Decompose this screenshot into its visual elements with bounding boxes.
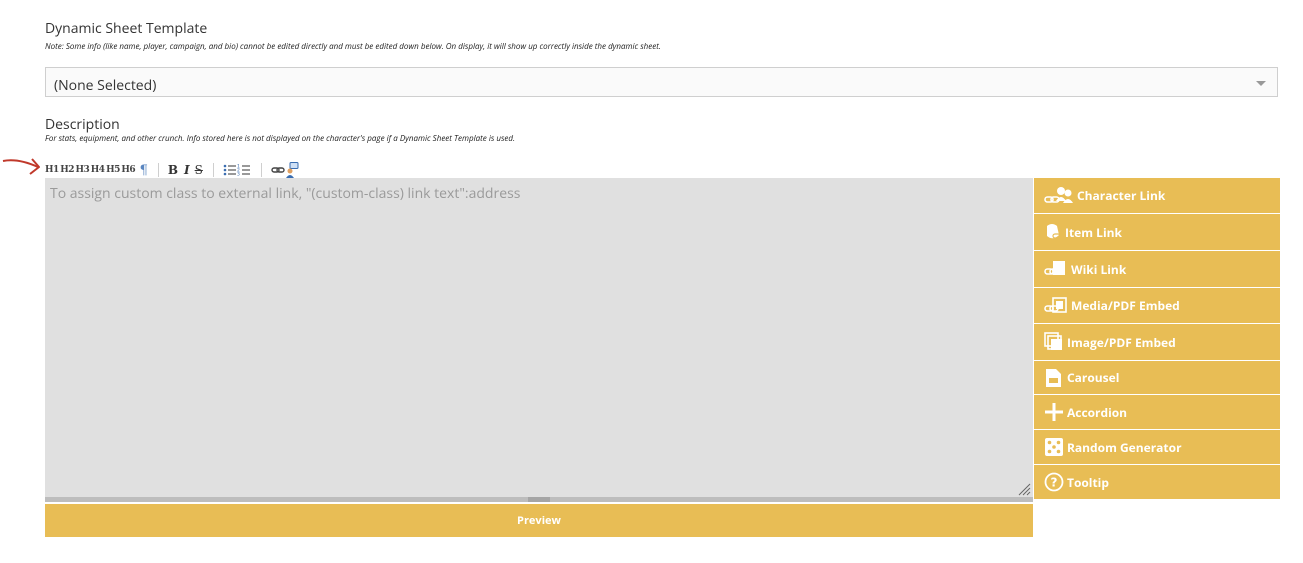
description-note: For stats, equipment, and other crunch. …: [45, 133, 516, 144]
template-select-value: (None Selected): [54, 76, 157, 95]
tooltip-label: Tooltip: [1067, 473, 1109, 491]
description-title: Description: [45, 115, 120, 134]
resize-handle-icon[interactable]: [1017, 482, 1031, 496]
description-editor[interactable]: To assign custom class to external link,…: [45, 178, 1033, 497]
item-link-label: Item Link: [1065, 223, 1122, 241]
accordion-label: Accordion: [1067, 403, 1128, 421]
wiki-link-icon: [1044, 261, 1065, 275]
numbered-list-icon[interactable]: 1 2 3: [237, 163, 251, 177]
wiki-link-button[interactable]: Wiki Link: [1034, 251, 1280, 287]
svg-text:?: ?: [1051, 476, 1058, 490]
character-link-label: Character Link: [1077, 187, 1166, 204]
strikethrough-button[interactable]: S: [195, 163, 203, 177]
item-link-icon: [1047, 224, 1061, 239]
chevron-down-icon: [1256, 81, 1266, 86]
dice-icon: [1045, 438, 1063, 456]
user-link-icon[interactable]: [285, 162, 299, 178]
h6-button[interactable]: H6: [121, 165, 135, 175]
image-embed-icon: [1044, 332, 1062, 350]
paragraph-button[interactable]: ¶: [140, 163, 148, 178]
character-link-button[interactable]: Character Link: [1034, 178, 1280, 213]
toolbar-divider: [157, 163, 159, 177]
media-embed-label: Media/PDF Embed: [1071, 297, 1180, 314]
template-section-title: Dynamic Sheet Template: [45, 19, 208, 38]
question-icon: ?: [1044, 472, 1064, 492]
wiki-link-label: Wiki Link: [1071, 260, 1127, 278]
template-note: Note: Some info (like name, player, camp…: [45, 41, 661, 52]
annotation-arrow-icon: [2, 158, 40, 175]
media-embed-icon: [1044, 296, 1067, 313]
tooltip-button[interactable]: ? Tooltip: [1034, 465, 1280, 499]
editor-placeholder: To assign custom class to external link,…: [50, 184, 521, 203]
media-embed-button[interactable]: Media/PDF Embed: [1034, 288, 1280, 323]
character-link-icon: [1044, 186, 1073, 203]
toolbar-divider: [212, 163, 214, 177]
random-generator-button[interactable]: Random Generator: [1034, 430, 1280, 464]
formatting-toolbar: H1 H2 H3 H4 H5 H6 ¶ B I S 1 2 3: [45, 161, 299, 179]
carousel-label: Carousel: [1067, 369, 1120, 386]
toolbar-divider: [260, 163, 262, 177]
item-link-button[interactable]: Item Link: [1034, 214, 1280, 250]
editor-scrollbar[interactable]: [45, 497, 1033, 502]
bold-button[interactable]: B: [168, 163, 178, 177]
h1-button[interactable]: H1: [45, 165, 59, 175]
preview-button[interactable]: Preview: [45, 504, 1033, 537]
scrollbar-thumb[interactable]: [528, 497, 550, 502]
preview-label: Preview: [517, 513, 561, 528]
carousel-icon: [1046, 368, 1061, 387]
accordion-button[interactable]: Accordion: [1034, 395, 1280, 429]
image-embed-label: Image/PDF Embed: [1067, 333, 1176, 351]
template-select[interactable]: (None Selected): [45, 67, 1278, 97]
random-generator-label: Random Generator: [1067, 438, 1182, 456]
image-embed-button[interactable]: Image/PDF Embed: [1034, 324, 1280, 360]
h3-button[interactable]: H3: [76, 165, 90, 175]
h4-button[interactable]: H4: [91, 165, 105, 175]
bulleted-list-icon[interactable]: [223, 163, 237, 177]
h5-button[interactable]: H5: [106, 165, 120, 175]
italic-button[interactable]: I: [184, 163, 190, 177]
link-icon[interactable]: [271, 163, 285, 177]
carousel-button[interactable]: Carousel: [1034, 361, 1280, 394]
svg-text:3: 3: [237, 172, 240, 178]
plus-icon: [1045, 403, 1063, 421]
h2-button[interactable]: H2: [60, 165, 74, 175]
